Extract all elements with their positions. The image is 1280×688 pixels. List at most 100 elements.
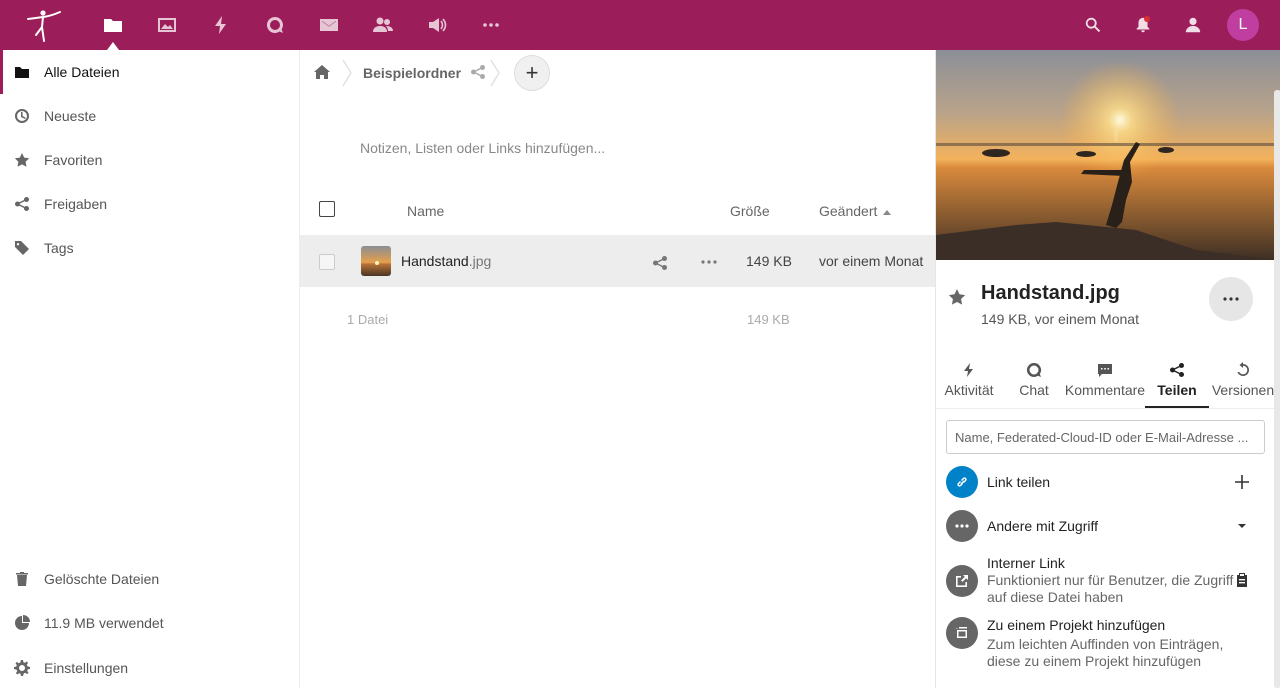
- nav-tags[interactable]: Tags: [0, 226, 299, 270]
- add-to-project-title: Zu einem Projekt hinzufügen: [987, 617, 1166, 633]
- more-actions-icon[interactable]: [700, 253, 718, 271]
- file-extension: .jpg: [468, 253, 492, 269]
- tag-icon: [15, 241, 29, 255]
- search-icon[interactable]: [1077, 9, 1109, 41]
- details-subtitle: 149 KB, vor einem Monat: [981, 311, 1139, 327]
- add-to-project-entry[interactable]: Zu einem Projekt hinzufügen Zum leichten…: [946, 617, 1266, 673]
- tab-comments[interactable]: Kommentare: [1065, 362, 1145, 408]
- share-with-input[interactable]: [946, 420, 1265, 454]
- tab-label: Chat: [1019, 382, 1049, 398]
- project-icon: [946, 617, 978, 649]
- tab-activity[interactable]: Aktivität: [942, 362, 996, 408]
- link-icon: [946, 466, 978, 498]
- notification-dot: [1144, 16, 1150, 22]
- nav-recent[interactable]: Neueste: [0, 94, 299, 138]
- plus-icon: +: [525, 60, 539, 85]
- trash-icon: [16, 572, 28, 586]
- file-name[interactable]: Handstand.jpg: [401, 253, 491, 269]
- nav-all-files[interactable]: Alle Dateien: [0, 50, 299, 94]
- quota-label: 11.9 MB verwendet: [44, 615, 164, 631]
- column-modified-label: Geändert: [819, 203, 878, 219]
- details-title: Handstand.jpg: [981, 282, 1120, 304]
- folder-icon: [15, 67, 29, 78]
- talk-app-icon[interactable]: [259, 9, 291, 41]
- contacts-menu-icon[interactable]: [1177, 9, 1209, 41]
- table-row[interactable]: Handstand.jpg 149 KB vor einem Monat: [300, 235, 935, 287]
- nav-deleted-files[interactable]: Gelöschte Dateien: [0, 557, 299, 601]
- nav-label: Alle Dateien: [44, 64, 120, 80]
- nav-favorites[interactable]: Favoriten: [0, 138, 299, 182]
- logo-icon[interactable]: [22, 7, 64, 43]
- favorite-star-icon[interactable]: [948, 288, 966, 306]
- new-button[interactable]: +: [514, 55, 550, 91]
- photos-app-icon[interactable]: [151, 9, 183, 41]
- nav-settings[interactable]: Einstellungen: [0, 646, 299, 688]
- column-size[interactable]: Größe: [730, 203, 770, 219]
- column-name[interactable]: Name: [407, 203, 444, 219]
- internal-link-title: Interner Link: [987, 555, 1065, 571]
- activity-icon: [964, 363, 973, 377]
- activity-app-icon[interactable]: [205, 9, 237, 41]
- file-modified: vor einem Monat: [819, 253, 924, 269]
- add-link-icon[interactable]: [1232, 472, 1252, 492]
- details-more-button[interactable]: [1209, 277, 1253, 321]
- notifications-icon[interactable]: [1127, 9, 1159, 41]
- file-thumbnail[interactable]: [361, 246, 391, 276]
- nav-label: Gelöschte Dateien: [44, 571, 160, 587]
- more-apps-icon[interactable]: [475, 9, 507, 41]
- others-with-access-entry[interactable]: Andere mit Zugriff: [946, 510, 1266, 542]
- chat-icon: [1026, 362, 1042, 377]
- nav-shares[interactable]: Freigaben: [0, 182, 299, 226]
- clipboard-icon[interactable]: [1232, 570, 1252, 590]
- summary-size: 149 KB: [747, 312, 790, 327]
- nav-label: Favoriten: [44, 152, 103, 168]
- chevron-down-icon[interactable]: [1232, 516, 1252, 536]
- details-sidebar: Handstand.jpg 149 KB, vor einem Monat Ak…: [935, 50, 1280, 688]
- add-to-project-description: Zum leichten Auffinden von Einträgen, di…: [987, 636, 1224, 669]
- nav-quota: 11.9 MB verwendet: [0, 601, 299, 645]
- select-all-checkbox[interactable]: [319, 201, 335, 217]
- share-icon[interactable]: [652, 255, 668, 271]
- pie-chart-icon: [15, 615, 30, 630]
- announcements-app-icon[interactable]: [421, 9, 453, 41]
- breadcrumb-folder[interactable]: Beispielordner: [363, 65, 461, 81]
- share-icon: [1170, 363, 1184, 377]
- clock-icon: [15, 109, 29, 123]
- file-size: 149 KB: [746, 253, 792, 269]
- history-icon: [1237, 362, 1250, 376]
- breadcrumb-separator: [490, 59, 500, 87]
- files-app-icon[interactable]: [97, 9, 129, 41]
- contacts-app-icon[interactable]: [367, 9, 399, 41]
- top-header: L: [0, 0, 1280, 50]
- file-preview-image: [936, 50, 1280, 260]
- gear-icon: [14, 660, 30, 676]
- avatar-initial: L: [1238, 16, 1248, 33]
- breadcrumb-separator: [342, 59, 352, 87]
- column-modified[interactable]: Geändert: [819, 203, 892, 219]
- tab-label: Teilen: [1157, 382, 1197, 398]
- others-with-access-label: Andere mit Zugriff: [987, 518, 1099, 534]
- comment-icon: [1098, 364, 1112, 377]
- tab-sharing[interactable]: Teilen: [1147, 362, 1207, 408]
- home-icon[interactable]: [314, 64, 332, 82]
- internal-link-description: Funktioniert nur für Benutzer, die Zugri…: [987, 572, 1234, 605]
- share-icon[interactable]: [470, 64, 486, 80]
- files-main: Beispielordner + Notizen, Listen oder Li…: [300, 50, 935, 688]
- internal-link-entry[interactable]: Interner Link Funktioniert nur für Benut…: [946, 555, 1266, 611]
- nav-label: Einstellungen: [44, 660, 129, 676]
- tab-label: Aktivität: [944, 382, 994, 398]
- share-link-entry[interactable]: Link teilen: [946, 466, 1266, 498]
- user-avatar[interactable]: L: [1227, 9, 1259, 41]
- app-navigation: Alle Dateien Neueste Favoriten Freigaben…: [0, 50, 300, 688]
- nav-label: Tags: [44, 240, 74, 256]
- tab-chat[interactable]: Chat: [1012, 362, 1056, 408]
- star-icon: [14, 153, 30, 167]
- mail-app-icon[interactable]: [313, 9, 345, 41]
- share-link-label: Link teilen: [987, 474, 1051, 490]
- tab-versions[interactable]: Versionen: [1211, 362, 1275, 408]
- sort-ascending-icon: [883, 209, 892, 215]
- rich-workspace-placeholder[interactable]: Notizen, Listen oder Links hinzufügen...: [360, 140, 605, 156]
- row-checkbox[interactable]: [319, 254, 335, 270]
- file-basename: Handstand: [401, 253, 469, 269]
- more-icon: [946, 510, 978, 542]
